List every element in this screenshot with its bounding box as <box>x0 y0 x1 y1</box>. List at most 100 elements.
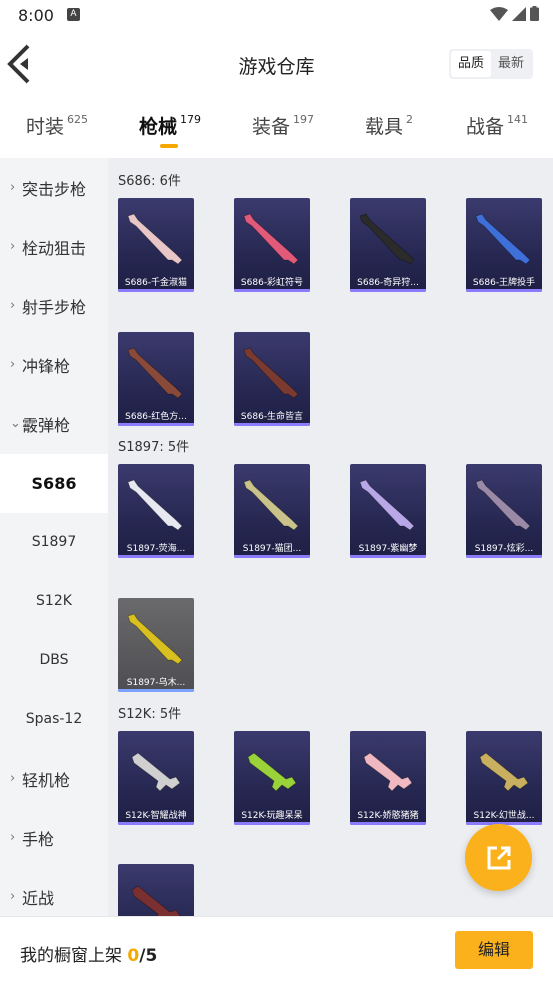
share-button[interactable] <box>465 824 532 891</box>
rarity-bar <box>234 423 310 426</box>
skin-card[interactable]: S686-彩虹符号 <box>234 198 310 292</box>
skin-card[interactable]: S1897-紫幽梦 <box>350 464 426 558</box>
sidebar-item-label: 栓动狙击 <box>22 238 87 258</box>
sidebar-sub-spas12[interactable]: Spas-12 <box>0 690 108 749</box>
rarity-bar <box>118 689 194 692</box>
skin-card[interactable]: S686-奇异狩... <box>350 198 426 292</box>
skin-name: S12K-玩趣呆呆 <box>241 811 303 821</box>
rarity-bar <box>234 555 310 558</box>
sidebar-item-marksman-rifle[interactable]: › 射手步枪 <box>0 276 108 335</box>
group-title: S1897: 5件 <box>118 440 190 455</box>
group-title: S686: 6件 <box>118 174 181 189</box>
shotgun-icon <box>243 347 299 399</box>
rarity-bar <box>118 555 194 558</box>
rarity-bar <box>466 555 542 558</box>
skin-name: S1897-紫幽梦 <box>358 544 418 554</box>
tab-count: 2 <box>406 112 414 126</box>
sidebar-item-lmg[interactable]: › 轻机枪 <box>0 749 108 808</box>
sidebar-item-label: 冲锋枪 <box>22 356 71 376</box>
tab-label: 枪械 <box>139 116 178 138</box>
skin-card[interactable] <box>118 864 194 916</box>
skin-name: S1897-荧海... <box>126 544 186 554</box>
skin-name: S12K-娇憨猪猪 <box>357 811 419 821</box>
tab-vehicles[interactable]: 载具 2 <box>365 112 413 139</box>
sidebar-item-bolt-sniper[interactable]: › 栓动狙击 <box>0 217 108 276</box>
sort-quality-button[interactable]: 品质 <box>450 51 491 77</box>
skin-card[interactable]: S686-王牌投手 <box>466 198 542 292</box>
skin-name: S686-生命皆言 <box>240 412 304 422</box>
skin-name: S12K-智耀战神 <box>125 811 187 821</box>
shotgun-icon <box>359 213 415 265</box>
sidebar-sub-s686[interactable]: S686 <box>0 454 108 513</box>
active-tab-indicator <box>160 144 178 148</box>
weapon-grid: S686: 6件 S686-千金淑猫 S686-彩虹符号 S686-奇异狩...… <box>108 158 553 916</box>
skin-card[interactable]: S686-千金淑猫 <box>118 198 194 292</box>
app-header: 游戏仓库 品质 最新 <box>0 32 553 96</box>
skin-name: S12K-幻世战... <box>473 811 535 821</box>
sidebar-sub-s12k[interactable]: S12K <box>0 572 108 631</box>
skin-card[interactable]: S686-红色方... <box>118 332 194 426</box>
rifle-icon <box>247 752 297 792</box>
tab-count: 141 <box>507 112 529 126</box>
chevron-down-icon: ⌄ <box>10 416 21 431</box>
tab-battle-items[interactable]: 战备 141 <box>466 112 528 139</box>
tab-label: 载具 <box>365 116 404 138</box>
skin-name: S686-红色方... <box>125 412 187 422</box>
skin-name: S1897-炫彩... <box>474 544 534 554</box>
chevron-right-icon: › <box>10 239 16 254</box>
tab-weapons[interactable]: 枪械 179 <box>139 112 201 139</box>
skin-card[interactable]: S12K-幻世战... <box>466 731 542 825</box>
sidebar-item-label: 霰弹枪 <box>22 415 71 435</box>
skin-card[interactable]: S1897-乌木... <box>118 598 194 692</box>
sidebar-item-label: 轻机枪 <box>22 770 71 790</box>
tab-label: 时装 <box>26 116 65 138</box>
shotgun-icon <box>243 213 299 265</box>
rarity-bar <box>466 289 542 292</box>
sidebar-item-label: 近战 <box>22 888 55 908</box>
shotgun-icon <box>127 613 183 665</box>
status-time: 8:00 <box>18 6 54 25</box>
tab-label: 战备 <box>466 116 505 138</box>
skin-card[interactable]: S12K-玩趣呆呆 <box>234 731 310 825</box>
sort-toggle: 品质 最新 <box>448 49 533 79</box>
wifi-icon <box>490 6 508 21</box>
skin-name: S686-千金淑猫 <box>124 278 188 288</box>
tab-count: 179 <box>180 112 202 126</box>
chevron-right-icon: › <box>10 889 16 904</box>
rarity-bar <box>118 289 194 292</box>
status-bar: 8:00 A <box>0 0 553 32</box>
sidebar-item-shotgun[interactable]: ⌄ 霰弹枪 <box>0 394 108 453</box>
rifle-icon <box>131 752 181 792</box>
chevron-right-icon: › <box>10 771 16 786</box>
skin-card[interactable]: S1897-猫团... <box>234 464 310 558</box>
rarity-bar <box>234 289 310 292</box>
shotgun-icon <box>475 213 531 265</box>
skin-card[interactable]: S12K-娇憨猪猪 <box>350 731 426 825</box>
shotgun-icon <box>475 479 531 531</box>
chevron-right-icon: › <box>10 298 16 313</box>
sort-latest-button[interactable]: 最新 <box>491 51 531 77</box>
edit-button[interactable]: 编辑 <box>455 931 533 969</box>
system-icons <box>490 6 539 21</box>
skin-name: S686-奇异狩... <box>357 278 419 288</box>
sidebar-item-melee[interactable]: › 近战 <box>0 867 108 916</box>
tab-equipment[interactable]: 装备 197 <box>252 112 314 139</box>
sidebar-sub-dbs[interactable]: DBS <box>0 631 108 690</box>
sidebar-item-pistol[interactable]: › 手枪 <box>0 808 108 867</box>
sidebar-item-smg[interactable]: › 冲锋枪 <box>0 335 108 394</box>
rarity-bar <box>350 822 426 825</box>
skin-card[interactable]: S12K-智耀战神 <box>118 731 194 825</box>
showcase-label: 我的橱窗上架 <box>20 946 128 966</box>
skin-card[interactable]: S1897-炫彩... <box>466 464 542 558</box>
tab-outfits[interactable]: 时装 625 <box>26 112 88 139</box>
skin-card[interactable]: S1897-荧海... <box>118 464 194 558</box>
sidebar-item-assault-rifle[interactable]: › 突击步枪 <box>0 158 108 217</box>
shotgun-icon <box>127 347 183 399</box>
skin-name: S1897-乌木... <box>126 678 186 688</box>
rifle-icon <box>479 752 529 792</box>
skin-card[interactable]: S686-生命皆言 <box>234 332 310 426</box>
tab-label: 装备 <box>252 116 291 138</box>
sidebar-sub-s1897[interactable]: S1897 <box>0 513 108 572</box>
sidebar-item-label: 手枪 <box>22 829 55 849</box>
rarity-bar <box>118 822 194 825</box>
